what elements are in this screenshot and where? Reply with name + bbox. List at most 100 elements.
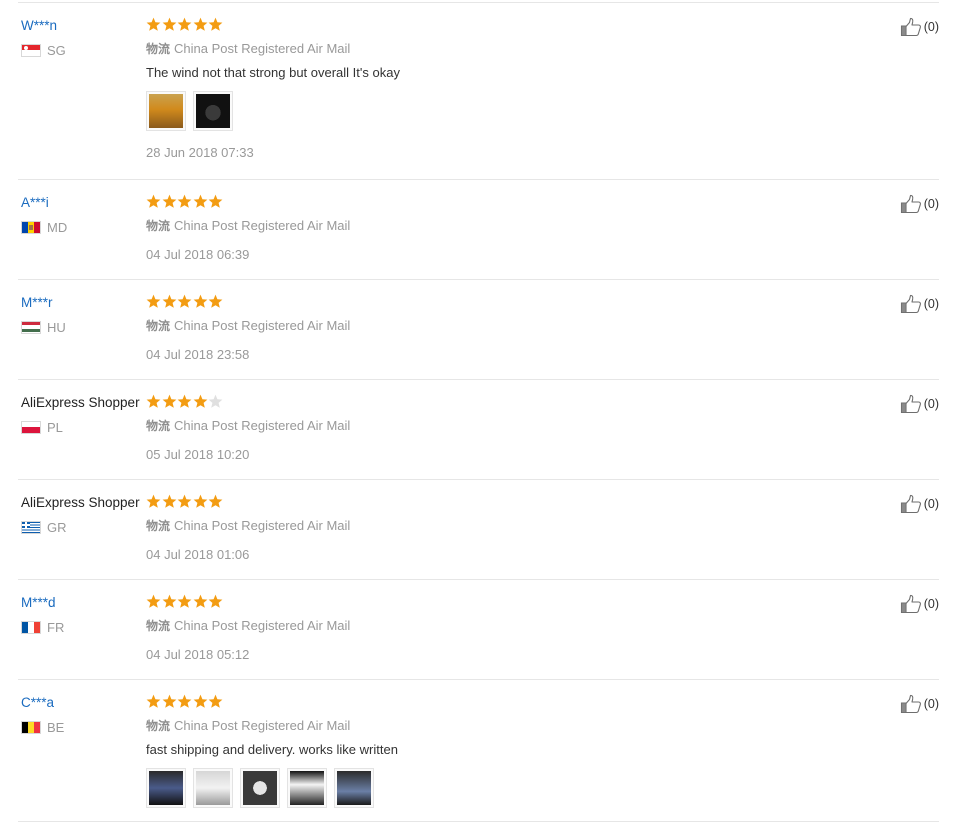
reviewer-name[interactable]: M***d <box>21 594 56 611</box>
helpful-count: (0) <box>923 20 939 34</box>
flag-gr-icon <box>21 520 41 534</box>
helpful-count: (0) <box>923 397 939 411</box>
star-filled-icon <box>177 194 192 208</box>
star-filled-icon <box>177 294 192 308</box>
star-filled-icon <box>146 694 161 708</box>
star-filled-icon <box>208 17 223 31</box>
helpful-count: (0) <box>923 197 939 211</box>
star-rating <box>146 594 224 612</box>
logistics-icon: 物流 <box>146 319 171 333</box>
reviewer-name: AliExpress Shopper <box>21 495 140 510</box>
thumbs-up-icon <box>900 694 922 714</box>
photo-thumbnail-4[interactable] <box>287 768 327 808</box>
review-date: 04 Jul 2018 06:39 <box>146 247 250 262</box>
shipping-method: 物流 China Post Registered Air Mail <box>146 417 350 434</box>
star-filled-icon <box>146 494 161 508</box>
review-comment: The wind not that strong but overall It'… <box>146 65 400 80</box>
thumbs-up-icon <box>900 594 922 614</box>
country-code: SG <box>47 42 66 58</box>
helpful-button[interactable]: (0) <box>900 194 939 214</box>
logistics-icon: 物流 <box>146 419 171 433</box>
star-filled-icon <box>162 494 176 508</box>
reviewer-country: PL <box>21 419 63 435</box>
flag-md-icon <box>21 220 41 234</box>
reviewer-name[interactable]: W***n <box>21 17 57 34</box>
star-filled-icon <box>193 594 208 608</box>
helpful-button[interactable]: (0) <box>900 594 939 614</box>
review-row: M***r HU 物流 China Post Registered Air Mail 0… <box>18 280 939 380</box>
reviewer-name[interactable]: C***a <box>21 694 54 711</box>
flag-fr-icon <box>21 620 41 634</box>
star-filled-icon <box>162 17 176 31</box>
photo-thumbnail-1[interactable] <box>146 768 186 808</box>
thumbs-up-icon <box>900 394 922 414</box>
review-date: 04 Jul 2018 23:58 <box>146 347 250 362</box>
country-code: FR <box>47 619 65 635</box>
star-filled-icon <box>146 394 161 408</box>
helpful-button[interactable]: (0) <box>900 17 939 37</box>
shipping-method: 物流 China Post Registered Air Mail <box>146 617 350 634</box>
star-filled-icon <box>208 594 223 608</box>
review-date: 28 Jun 2018 07:33 <box>146 145 254 160</box>
helpful-button[interactable]: (0) <box>900 694 939 714</box>
star-rating <box>146 694 224 712</box>
logistics-icon: 物流 <box>146 42 171 56</box>
star-rating <box>146 17 224 35</box>
star-filled-icon <box>193 194 208 208</box>
photo-thumbnail-fan-orange[interactable] <box>146 91 186 131</box>
star-filled-icon <box>177 394 192 408</box>
shipping-method-label: China Post Registered Air Mail <box>174 41 351 56</box>
star-empty-icon <box>208 394 223 408</box>
reviewer-country: BE <box>21 719 64 735</box>
country-code: BE <box>47 719 65 735</box>
flag-pl-icon <box>21 420 41 434</box>
reviewer-name: AliExpress Shopper <box>21 395 140 410</box>
star-rating <box>146 394 224 412</box>
star-filled-icon <box>162 694 176 708</box>
helpful-count: (0) <box>923 597 939 611</box>
reviewer-country: MD <box>21 219 67 235</box>
reviewer-country: FR <box>21 619 64 635</box>
shipping-method: 物流 China Post Registered Air Mail <box>146 317 350 334</box>
reviewer-name[interactable]: M***r <box>21 294 53 311</box>
photo-thumbnail-2[interactable] <box>193 768 233 808</box>
review-date: 05 Jul 2018 10:20 <box>146 447 250 462</box>
star-filled-icon <box>193 17 208 31</box>
star-rating <box>146 194 224 212</box>
reviewer-name[interactable]: A***i <box>21 194 49 211</box>
star-filled-icon <box>208 694 223 708</box>
helpful-button[interactable]: (0) <box>900 394 939 414</box>
review-row: AliExpress Shopper PL 物流 China Post Registe… <box>18 380 939 480</box>
logistics-icon: 物流 <box>146 719 171 733</box>
star-filled-icon <box>162 194 176 208</box>
helpful-count: (0) <box>923 297 939 311</box>
country-code: MD <box>47 219 68 235</box>
shipping-method-label: China Post Registered Air Mail <box>174 618 351 633</box>
reviewer-country: HU <box>21 319 66 335</box>
photo-thumbnail-3[interactable] <box>240 768 280 808</box>
review-photos <box>146 91 240 131</box>
helpful-button[interactable]: (0) <box>900 494 939 514</box>
star-filled-icon <box>177 694 192 708</box>
shipping-method: 物流 China Post Registered Air Mail <box>146 517 350 534</box>
shipping-method: 物流 China Post Registered Air Mail <box>146 217 350 234</box>
review-row: AliExpress Shopper GR 物流 China Post Registe… <box>18 480 939 580</box>
helpful-button[interactable]: (0) <box>900 294 939 314</box>
star-filled-icon <box>177 594 192 608</box>
star-filled-icon <box>193 694 208 708</box>
star-filled-icon <box>177 17 192 31</box>
thumbs-up-icon <box>900 194 922 214</box>
review-photos <box>146 768 381 808</box>
country-code: HU <box>47 319 66 335</box>
logistics-icon: 物流 <box>146 519 171 533</box>
flag-hu-icon <box>21 320 41 334</box>
star-rating <box>146 494 224 512</box>
star-filled-icon <box>193 394 208 408</box>
star-filled-icon <box>177 494 192 508</box>
star-filled-icon <box>193 294 208 308</box>
photo-thumbnail-fan-dark[interactable] <box>193 91 233 131</box>
country-code: PL <box>47 419 63 435</box>
photo-thumbnail-5[interactable] <box>334 768 374 808</box>
star-filled-icon <box>146 594 161 608</box>
flag-be-icon <box>21 720 41 734</box>
